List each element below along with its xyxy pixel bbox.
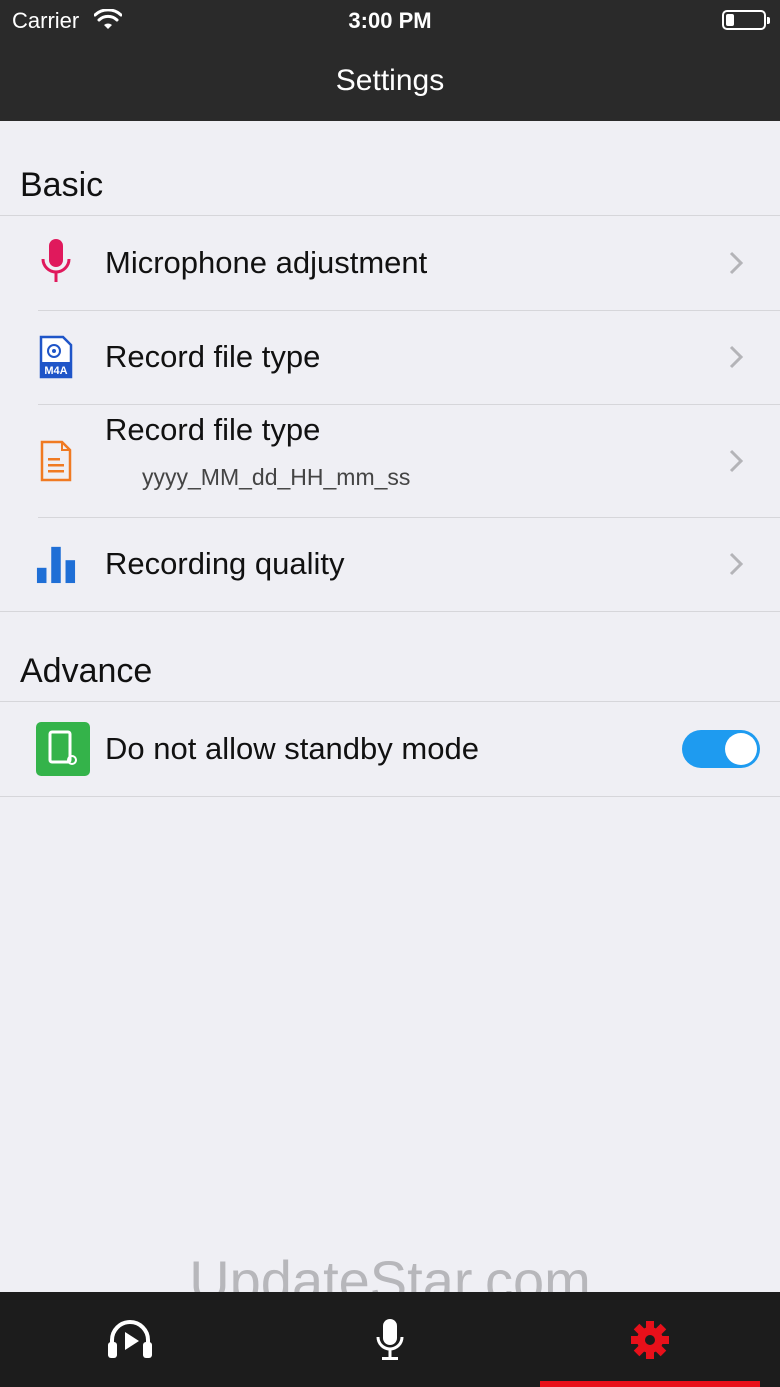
m4a-file-icon: M4A <box>36 331 76 383</box>
tab-bar <box>0 1292 780 1387</box>
battery-icon <box>722 10 770 30</box>
row-standby-mode: Do not allow standby mode <box>0 702 780 796</box>
status-time: 3:00 PM <box>348 8 432 33</box>
row-label: Record file type <box>105 339 321 374</box>
microphone-icon <box>36 237 76 289</box>
microphone-icon <box>376 1318 404 1360</box>
tab-playback[interactable] <box>0 1292 260 1387</box>
row-label: Do not allow standby mode <box>105 731 479 766</box>
chevron-right-icon <box>729 449 744 472</box>
document-icon <box>36 435 76 487</box>
bar-chart-icon <box>36 538 76 590</box>
standby-mode-toggle[interactable] <box>682 730 760 768</box>
chevron-right-icon <box>729 552 744 576</box>
row-record-file-type[interactable]: M4A Record file type <box>0 310 780 404</box>
advance-settings-group: Do not allow standby mode <box>0 701 780 797</box>
row-label: Record file type <box>105 412 321 447</box>
headphones-play-icon <box>108 1319 152 1358</box>
standby-icon <box>36 722 90 776</box>
chevron-right-icon <box>729 251 744 275</box>
row-label: Recording quality <box>105 546 345 581</box>
row-sublabel-filename-format: yyyy_MM_dd_HH_mm_ss <box>142 464 411 490</box>
page-title: Settings <box>335 63 445 97</box>
section-header-basic: Basic <box>20 166 104 204</box>
section-header-advance: Advance <box>20 652 153 690</box>
row-microphone-adjustment[interactable]: Microphone adjustment <box>0 216 780 310</box>
svg-text:M4A: M4A <box>44 365 67 377</box>
status-bar: Carrier 3:00 PM <box>0 0 780 40</box>
gear-icon <box>631 1320 669 1359</box>
row-record-file-name-format[interactable]: Record file type yyyy_MM_dd_HH_mm_ss <box>0 404 780 517</box>
navigation-bar: Settings <box>0 40 780 121</box>
active-tab-indicator <box>540 1381 760 1387</box>
tab-settings[interactable] <box>520 1292 780 1387</box>
watermark: UpdateStar.com <box>189 1249 591 1292</box>
row-recording-quality[interactable]: Recording quality <box>0 517 780 611</box>
tab-record[interactable] <box>260 1292 520 1387</box>
row-label: Microphone adjustment <box>105 245 428 280</box>
basic-settings-group: Microphone adjustment M4A Record file ty… <box>0 215 780 612</box>
chevron-right-icon <box>729 345 744 369</box>
